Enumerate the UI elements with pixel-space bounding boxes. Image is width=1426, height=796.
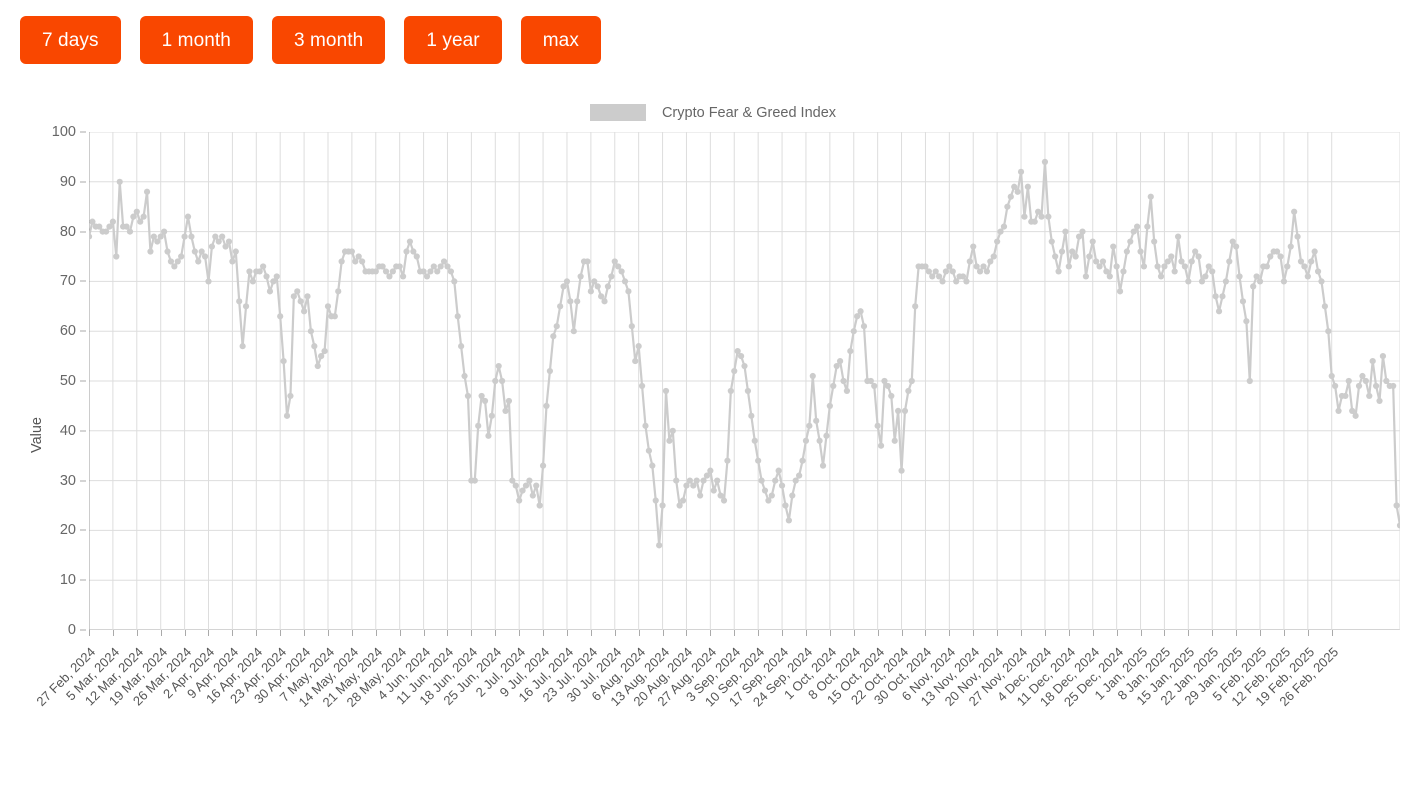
x-axis-tick-mark [1212,630,1214,636]
x-axis-tick-mark [1068,630,1070,636]
x-axis-tick-mark [566,630,568,636]
x-axis-tick-mark [256,630,258,636]
x-axis-tick-mark [495,630,497,636]
y-axis-tick-label: 100 [51,124,76,140]
x-axis-tick-mark [280,630,282,636]
x-axis-tick-mark [853,630,855,636]
y-axis-tick-label: 90 [59,173,76,190]
x-axis-tick-mark [351,630,353,636]
series-markers [89,158,1400,549]
range-max[interactable]: max [520,16,601,64]
x-axis-tick-mark [758,630,760,636]
x-axis-tick-mark [1044,630,1046,636]
y-axis-tick-label: 80 [59,223,76,240]
x-axis-tick-mark [471,630,473,636]
x-axis-tick-mark [136,630,138,636]
y-axis-tick-label: 50 [59,373,76,389]
range-7-days[interactable]: 7 days [20,16,121,64]
x-axis-tick-mark [160,630,162,636]
y-axis: Value 0 10 20 30 40 50 60 70 80 90 100 [0,124,86,638]
x-axis-tick-mark [327,630,329,636]
y-axis-tick-mark [80,430,86,432]
range-1-month[interactable]: 1 month [139,16,253,64]
y-axis-tick-label: 10 [59,572,76,589]
x-axis-tick-mark [829,630,831,636]
y-axis-tick-mark [80,380,86,382]
x-axis-tick-mark [423,630,425,636]
y-axis-tick-label: 60 [59,323,76,340]
x-axis-tick-mark [184,630,186,636]
x-axis-tick-mark [805,630,807,636]
x-axis-tick-mark [543,630,545,636]
x-axis-tick-mark [519,630,521,636]
y-axis-tick-label: 30 [59,472,76,489]
x-axis-tick-mark [399,630,401,636]
x-axis-tick-mark [1140,630,1142,636]
x-axis-tick-mark [1021,630,1023,636]
x-axis-tick-mark [925,630,927,636]
x-axis-tick-mark [734,630,736,636]
range-3-month[interactable]: 3 month [271,16,386,64]
y-axis-tick-mark [80,181,86,183]
y-axis-title: Value [29,417,45,454]
plot-area [89,132,1400,630]
y-axis-tick-mark [80,231,86,233]
y-axis-tick-mark [80,330,86,332]
y-axis-tick-mark [80,579,86,581]
legend-swatch-crypto-fear-greed-index [589,104,646,121]
x-axis-tick-mark [686,630,688,636]
x-axis-tick-mark [1092,630,1094,636]
x-axis-tick-mark [89,630,90,636]
y-axis-tick-label: 70 [59,273,76,290]
range-1-year[interactable]: 1 year [404,16,502,64]
y-axis-tick-mark [80,529,86,531]
series-crypto-fear-greed-index [89,132,1400,630]
x-axis-tick-mark [1331,630,1333,636]
x-axis-tick-mark [949,630,951,636]
y-axis-tick-mark [80,480,86,482]
x-axis-tick-mark [590,630,592,636]
chart-legend: Crypto Fear & Greed Index [0,104,1426,121]
x-axis-tick-mark [112,630,114,636]
range-selector-bar: 7 days 1 month 3 month 1 year max [20,16,601,64]
x-axis-tick-mark [447,630,449,636]
x-axis-tick-mark [304,630,306,636]
x-axis-tick-mark [973,630,975,636]
y-axis-tick-label: 20 [59,522,76,539]
x-axis-tick-mark [997,630,999,636]
legend-label-crypto-fear-greed-index: Crypto Fear & Greed Index [661,104,837,121]
chart-container: Crypto Fear & Greed Index Value 0 10 20 30 4… [0,86,1426,734]
x-axis-tick-mark [614,630,616,636]
x-axis-tick-mark [662,630,664,636]
series-line [89,160,1400,547]
x-axis-tick-mark [710,630,712,636]
x-axis-tick-mark [782,630,784,636]
x-axis-tick-mark [1236,630,1238,636]
x-axis-tick-mark [901,630,903,636]
x-axis-tick-mark [375,630,377,636]
x-axis: 27 Feb, 2024 5 Mar, 2024 12 Mar, 2024 19 Ma… [0,630,1426,734]
y-axis-tick-label: 40 [59,422,76,439]
x-axis-tick-mark [1116,630,1118,636]
x-axis-tick-mark [232,630,234,636]
x-axis-tick-mark [1164,630,1166,636]
y-axis-tick-mark [80,131,86,133]
x-axis-tick-mark [1307,630,1309,636]
x-axis-tick-mark [1188,630,1190,636]
x-axis-tick-mark [1283,630,1285,636]
y-axis-tick-mark [80,280,86,282]
x-axis-tick-mark [208,630,210,636]
x-axis-tick-mark [877,630,879,636]
x-axis-tick-mark [1260,630,1262,636]
x-axis-tick-mark [638,630,640,636]
